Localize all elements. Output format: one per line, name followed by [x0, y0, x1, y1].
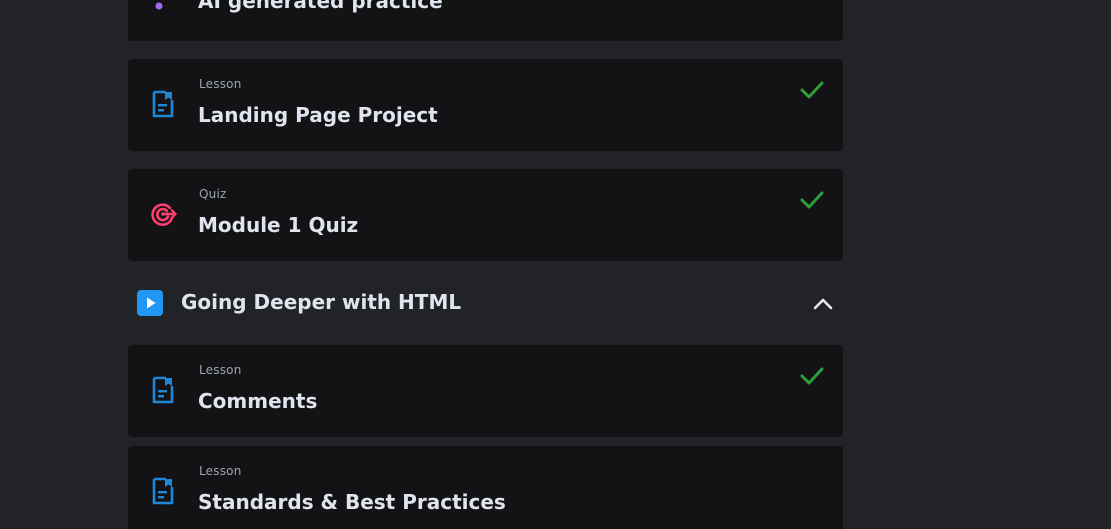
ai-sparkle-icon: [155, 2, 163, 10]
section-header-going-deeper[interactable]: Going Deeper with HTML: [128, 280, 843, 326]
lesson-doc-icon: [152, 477, 174, 505]
completed-check-icon: [800, 191, 824, 209]
course-outline: AI generated practice Lesson Landing Pag…: [0, 0, 1111, 529]
ai-practice-card[interactable]: AI generated practice: [128, 0, 843, 41]
lesson-doc-icon: [152, 90, 174, 118]
play-icon: [137, 290, 163, 316]
card-title: Comments: [198, 389, 318, 413]
card-kind: Quiz: [199, 187, 227, 201]
card-kind: Lesson: [199, 363, 242, 377]
chevron-up-icon[interactable]: [811, 292, 835, 316]
quiz-target-icon: [151, 203, 177, 226]
section-title: Going Deeper with HTML: [181, 290, 462, 314]
card-title: Module 1 Quiz: [198, 213, 359, 237]
quiz-card-module-1[interactable]: Quiz Module 1 Quiz: [128, 169, 843, 261]
completed-check-icon: [800, 367, 824, 385]
lesson-card-standards-best-practices[interactable]: Lesson Standards & Best Practices: [128, 446, 843, 529]
lesson-doc-icon: [152, 376, 174, 404]
card-kind: Lesson: [199, 77, 242, 91]
card-kind: Lesson: [199, 464, 242, 478]
completed-check-icon: [800, 81, 824, 99]
lesson-card-landing-page-project[interactable]: Lesson Landing Page Project: [128, 59, 843, 151]
card-title: Standards & Best Practices: [198, 490, 506, 514]
card-title: AI generated practice: [198, 0, 443, 13]
lesson-card-comments[interactable]: Lesson Comments: [128, 345, 843, 437]
card-title: Landing Page Project: [198, 103, 438, 127]
